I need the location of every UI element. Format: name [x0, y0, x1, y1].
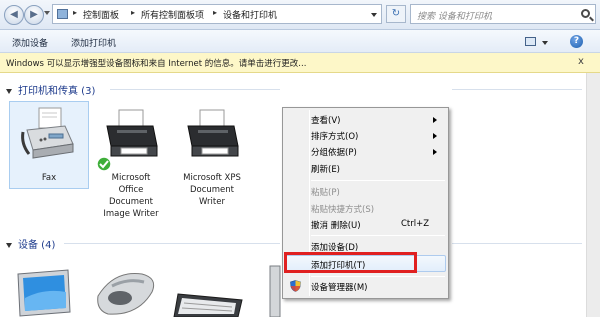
menu-item-group-by[interactable]: 分组依据(P): [311, 146, 357, 158]
submenu-arrow-icon: [433, 133, 437, 139]
submenu-arrow-icon: [433, 117, 437, 123]
device-name-line: Microsoft XPS: [183, 173, 241, 183]
fax-icon: [21, 107, 74, 159]
group-divider: [452, 89, 582, 90]
mouse-icon[interactable]: [94, 266, 160, 317]
menu-item-view[interactable]: 查看(V): [311, 114, 340, 126]
menu-item-undo-delete[interactable]: 撤消 删除(U): [311, 219, 361, 231]
uac-shield-icon: [290, 280, 301, 292]
device-name-line: Document: [108, 197, 154, 207]
command-bar: 添加设备 添加打印机 ?: [0, 30, 600, 53]
search-icon[interactable]: [581, 9, 590, 18]
devices-group-header[interactable]: 设备 (4): [6, 236, 55, 251]
printers-group-header[interactable]: 打印机和传真 (3): [6, 82, 95, 97]
breadcrumb-separator-icon[interactable]: ▸: [73, 8, 77, 17]
annotation-highlight-box: [284, 252, 417, 273]
breadcrumb-devices-printers[interactable]: 设备和打印机: [223, 8, 277, 21]
info-bar-message[interactable]: Windows 可以显示增强型设备图标和来自 Internet 的信息。请单击进…: [6, 57, 306, 69]
group-divider: [110, 89, 280, 90]
devices-group-label: 设备 (4): [18, 240, 56, 251]
menu-item-paste-shortcut: 粘贴快捷方式(S): [311, 205, 375, 215]
menu-item-sort-by[interactable]: 排序方式(O): [311, 130, 358, 142]
collapse-icon[interactable]: [6, 242, 12, 248]
menu-separator: [311, 276, 445, 277]
device-name-line: Document: [189, 185, 235, 195]
menu-separator: [311, 235, 445, 236]
add-printer-button[interactable]: 添加打印机: [71, 36, 116, 49]
add-device-button[interactable]: 添加设备: [12, 36, 48, 49]
computer-tower-icon[interactable]: [268, 264, 282, 317]
printer-icon: [187, 109, 239, 157]
forward-button[interactable]: ▶: [24, 5, 44, 25]
address-dropdown-icon[interactable]: [371, 13, 377, 17]
vertical-scrollbar[interactable]: [586, 73, 600, 317]
menu-item-paste: 粘贴(P): [311, 188, 340, 198]
breadcrumb-separator-icon[interactable]: ▸: [213, 8, 217, 17]
device-fax[interactable]: Fax: [9, 104, 89, 184]
device-name-line: Image Writer: [103, 209, 159, 219]
search-input[interactable]: 搜索 设备和打印机: [410, 4, 596, 24]
breadcrumb-all-items[interactable]: 所有控制面板项: [141, 8, 204, 21]
help-icon[interactable]: ?: [570, 35, 583, 48]
info-bar-close-button[interactable]: x: [578, 56, 584, 67]
device-xps-writer[interactable]: Microsoft XPS Document Writer: [172, 104, 252, 208]
device-name-line: Office: [118, 185, 144, 195]
view-options-dropdown-icon[interactable]: [542, 41, 548, 45]
recent-pages-dropdown-icon[interactable]: [44, 11, 50, 15]
device-office-image-writer[interactable]: Microsoft Office Document Image Writer: [92, 104, 170, 220]
info-bar[interactable]: Windows 可以显示增强型设备图标和来自 Internet 的信息。请单击进…: [0, 53, 600, 73]
device-name: Fax: [41, 173, 57, 183]
keyboard-icon[interactable]: [172, 290, 246, 317]
back-button[interactable]: ◀: [4, 5, 24, 25]
printers-group-label: 打印机和传真 (3): [18, 86, 96, 97]
search-placeholder: 搜索 设备和打印机: [417, 12, 492, 22]
refresh-button[interactable]: ↻: [386, 5, 406, 23]
default-check-icon: [96, 156, 112, 172]
menu-item-device-manager[interactable]: 设备管理器(M): [311, 281, 367, 293]
breadcrumb-control-panel[interactable]: 控制面板: [83, 8, 119, 21]
collapse-icon[interactable]: [6, 88, 12, 94]
group-divider: [64, 243, 280, 244]
breadcrumb-separator-icon[interactable]: ▸: [131, 8, 135, 17]
undo-shortcut: Ctrl+Z: [401, 219, 430, 229]
change-view-icon[interactable]: [525, 37, 536, 46]
menu-separator: [311, 180, 445, 181]
submenu-arrow-icon: [433, 149, 437, 155]
device-name-line: Microsoft: [111, 173, 151, 183]
control-panel-icon: [57, 9, 68, 19]
device-name-line: Writer: [199, 197, 225, 207]
menu-item-refresh[interactable]: 刷新(E): [311, 163, 340, 175]
monitor-icon[interactable]: [14, 268, 76, 317]
group-divider: [452, 243, 582, 244]
address-bar: ◀ ▶ ▸ 控制面板 ▸ 所有控制面板项 ▸ 设备和打印机 ↻ 搜索 设备和打印…: [0, 0, 600, 30]
breadcrumb[interactable]: ▸ 控制面板 ▸ 所有控制面板项 ▸ 设备和打印机: [52, 4, 382, 24]
